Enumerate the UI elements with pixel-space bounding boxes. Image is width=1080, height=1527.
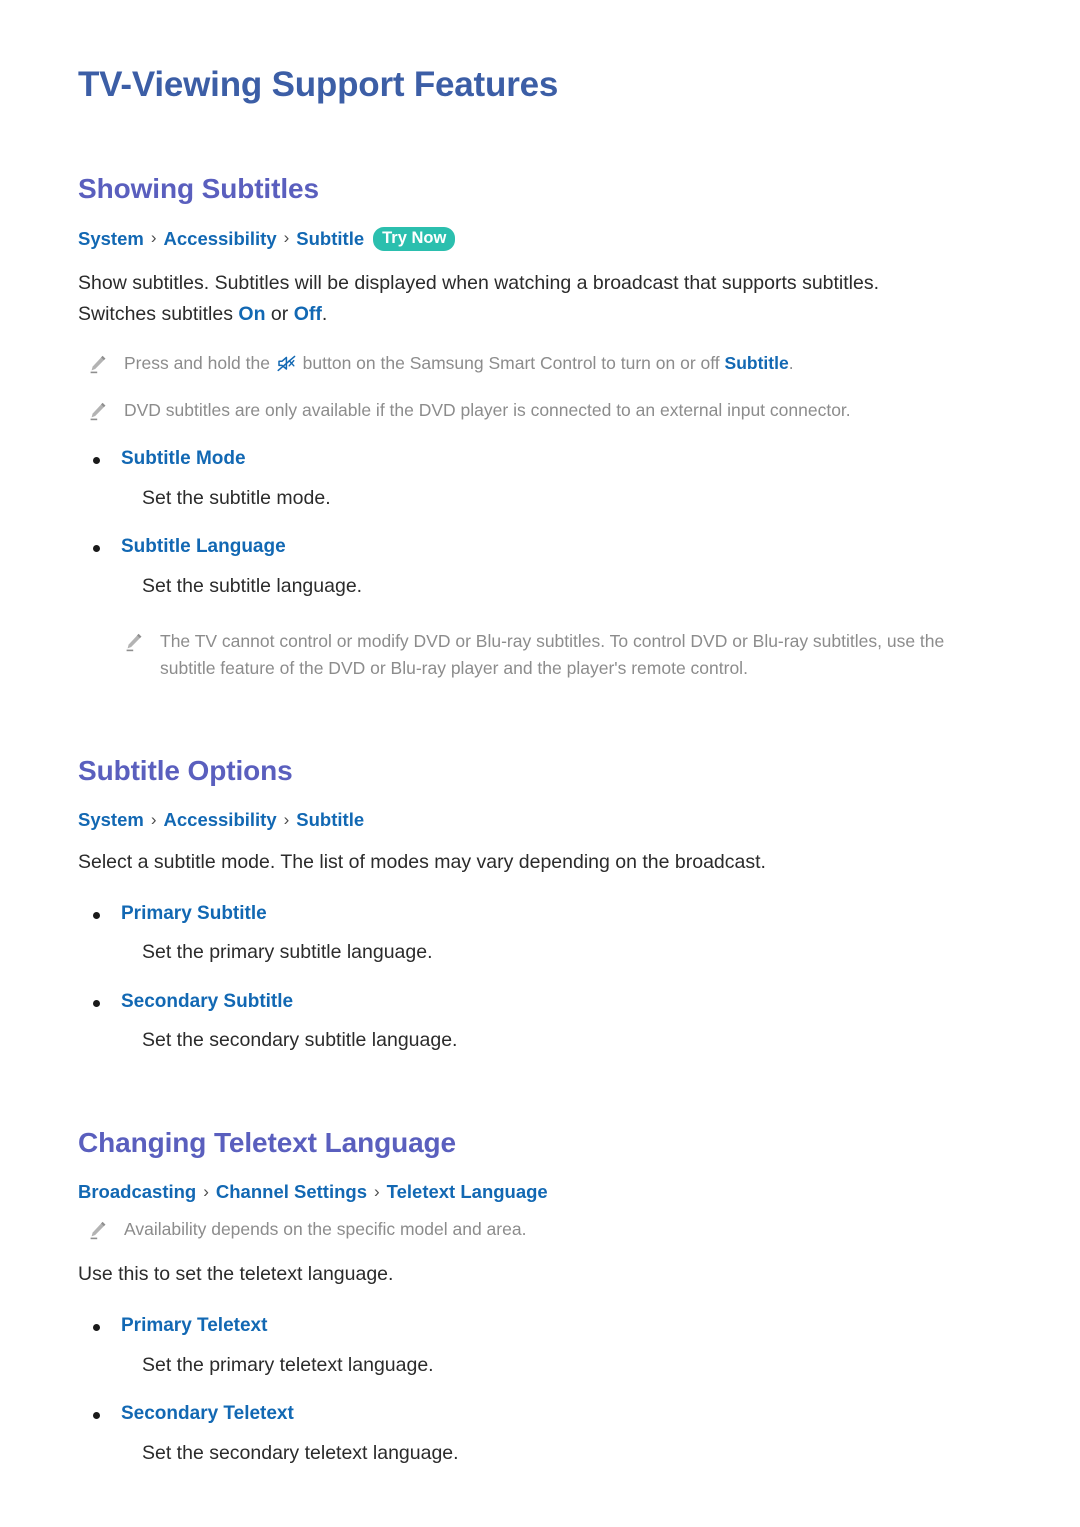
intro-line-2-prefix: Switches subtitles <box>78 303 239 326</box>
bullet-dot-icon <box>93 1411 100 1419</box>
breadcrumb-item-channel-settings[interactable]: Channel Settings <box>216 1181 367 1203</box>
bullet-label-primary-subtitle[interactable]: Primary Subtitle <box>121 902 267 926</box>
chevron-right-icon: › <box>283 809 290 829</box>
breadcrumb-item-broadcasting[interactable]: Broadcasting <box>78 1181 196 1203</box>
bullet-dot-icon <box>93 544 100 552</box>
breadcrumb-item-accessibility[interactable]: Accessibility <box>164 809 277 831</box>
bullet-description: Set the secondary teletext language. <box>142 1441 459 1464</box>
breadcrumb-showing-subtitles: System › Accessibility › Subtitle Try No… <box>78 226 1002 251</box>
note-emphasis-subtitle: Subtitle <box>724 353 789 374</box>
note-text-middle: button on the Samsung Smart Control to t… <box>297 353 725 374</box>
note-row: Press and hold the button on the Samsung… <box>78 350 1002 380</box>
bullet-dot-icon <box>93 999 100 1007</box>
breadcrumb-item-accessibility[interactable]: Accessibility <box>164 228 277 250</box>
intro-line-1: Show subtitles. Subtitles will be displa… <box>78 271 880 294</box>
note-text: Press and hold the button on the Samsung… <box>124 350 794 380</box>
bullet-dot-icon <box>93 911 100 919</box>
list-item: Secondary Teletext <box>78 1402 1002 1426</box>
note-text-prefix: Press and hold the <box>124 353 275 374</box>
section-heading-subtitle-options: Subtitle Options <box>78 754 293 786</box>
pencil-icon <box>124 632 144 654</box>
breadcrumb-item-teletext-language[interactable]: Teletext Language <box>387 1181 548 1203</box>
pencil-icon <box>88 1220 108 1242</box>
bullet-dot-icon <box>93 1323 100 1331</box>
note-text: DVD subtitles are only available if the … <box>124 399 851 420</box>
bullet-label-secondary-subtitle[interactable]: Secondary Subtitle <box>121 990 293 1014</box>
note-row: The TV cannot control or modify DVD or B… <box>78 628 1002 683</box>
note-row: Availability depends on the specific mod… <box>78 1216 1002 1243</box>
bullet-description: Set the primary subtitle language. <box>142 941 433 964</box>
intro-conjunction: or <box>265 303 294 326</box>
bullet-description: Set the secondary subtitle language. <box>142 1029 458 1052</box>
breadcrumb-item-subtitle[interactable]: Subtitle <box>296 228 364 250</box>
bullet-label-secondary-teletext[interactable]: Secondary Teletext <box>121 1402 294 1426</box>
chevron-right-icon: › <box>283 228 290 248</box>
breadcrumb-item-system[interactable]: System <box>78 809 144 831</box>
list-item: Secondary Subtitle <box>78 990 1002 1014</box>
breadcrumb-subtitle-options: System › Accessibility › Subtitle <box>78 809 1002 831</box>
bullet-label-primary-teletext[interactable]: Primary Teletext <box>121 1314 267 1338</box>
mute-icon <box>277 353 296 380</box>
chevron-right-icon: › <box>203 1181 209 1201</box>
bullet-description: Set the primary teletext language. <box>142 1353 434 1376</box>
note-text-suffix: . <box>788 353 794 374</box>
bullet-description: Set the subtitle mode. <box>142 486 331 509</box>
chevron-right-icon: › <box>150 809 157 829</box>
list-item: Subtitle Mode <box>78 447 1002 471</box>
chevron-right-icon: › <box>150 228 157 248</box>
intro-paragraph-teletext: Use this to set the teletext language. <box>78 1263 394 1286</box>
list-item: Primary Subtitle <box>78 902 1002 926</box>
bullet-description: Set the subtitle language. <box>142 574 363 597</box>
document-page: TV-Viewing Support Features Showing Subt… <box>0 0 1080 1527</box>
note-text: Availability depends on the specific mod… <box>124 1219 527 1240</box>
pencil-icon <box>88 354 108 376</box>
bullet-label-subtitle-language[interactable]: Subtitle Language <box>121 535 286 559</box>
intro-line-2-end: . <box>321 303 328 326</box>
bullet-dot-icon <box>93 456 100 464</box>
pencil-icon <box>88 401 108 423</box>
value-on: On <box>238 303 266 326</box>
note-text: The TV cannot control or modify DVD or B… <box>160 631 945 679</box>
list-item: Subtitle Language <box>78 535 1002 559</box>
try-now-badge[interactable]: Try Now <box>373 226 456 251</box>
page-title: TV-Viewing Support Features <box>78 65 559 104</box>
section-heading-showing-subtitles: Showing Subtitles <box>78 172 319 204</box>
list-item: Primary Teletext <box>78 1314 1002 1338</box>
note-row: DVD subtitles are only available if the … <box>78 397 1002 424</box>
bullet-label-subtitle-mode[interactable]: Subtitle Mode <box>121 447 246 471</box>
intro-paragraph-subtitle-options: Select a subtitle mode. The list of mode… <box>78 850 766 873</box>
section-heading-changing-teletext-language: Changing Teletext Language <box>78 1126 457 1158</box>
intro-paragraph-showing-subtitles: Show subtitles. Subtitles will be displa… <box>78 268 938 331</box>
breadcrumb-item-subtitle[interactable]: Subtitle <box>296 809 364 831</box>
chevron-right-icon: › <box>374 1181 380 1201</box>
breadcrumb-item-system[interactable]: System <box>78 228 144 250</box>
breadcrumb-changing-teletext-language: Broadcasting › Channel Settings › Telete… <box>78 1181 1002 1203</box>
value-off: Off <box>293 303 322 326</box>
